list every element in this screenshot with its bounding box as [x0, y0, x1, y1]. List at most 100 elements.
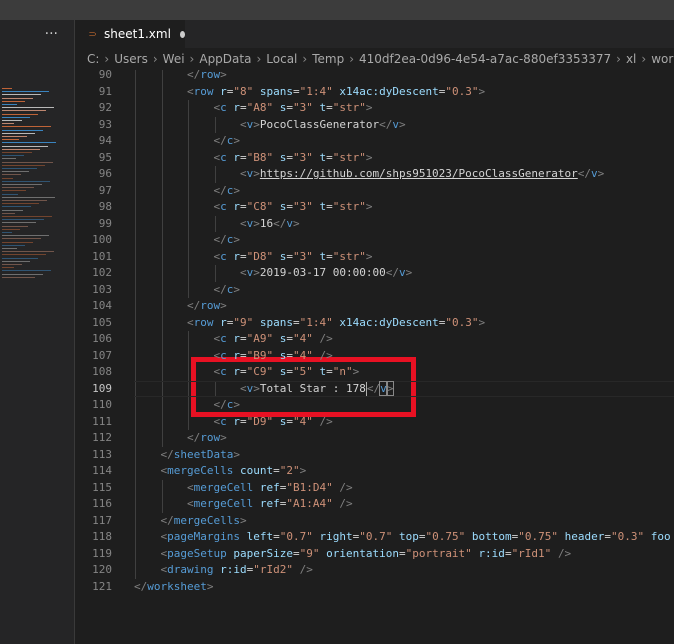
breadcrumb-segment[interactable]: worksheets: [651, 52, 674, 66]
code-line[interactable]: 110 </c>: [75, 397, 674, 414]
code-line[interactable]: 105 <row r="9" spans="1:4" x14ac:dyDescen…: [75, 315, 674, 332]
code-line[interactable]: 113 </sheetData>: [75, 447, 674, 464]
breadcrumb-segment[interactable]: Local: [266, 52, 297, 66]
minimap-line: [2, 273, 43, 275]
breadcrumb-segment[interactable]: Users: [114, 52, 148, 66]
code-line[interactable]: 118 <pageMargins left="0.7" right="0.7" t…: [75, 529, 674, 546]
code-line[interactable]: 111 <c r="D9" s="4" />: [75, 414, 674, 431]
code-line[interactable]: 116 <mergeCell ref="A1:A4" />: [75, 496, 674, 513]
breadcrumb-segment[interactable]: AppData: [199, 52, 251, 66]
chevron-right-icon: ›: [256, 52, 262, 66]
breadcrumb: C: › Users › Wei › AppData › Local › Temp › 410df2ea…: [75, 48, 674, 70]
minimap-line: [2, 190, 26, 192]
code-line[interactable]: 107 <c r="B9" s="4" />: [75, 348, 674, 365]
breadcrumb-segment[interactable]: 410df2ea-0d96-4e54-a7ac-880ef3353377: [359, 52, 611, 66]
code-text: <c r="B9" s="4" />: [213, 348, 333, 362]
code-line[interactable]: 109 <v>Total Star : 178</v>: [75, 380, 674, 397]
code-text: </row>: [187, 299, 227, 312]
code-text: <v>PocoClassGenerator</v>: [240, 117, 406, 131]
code-text: </c>: [213, 233, 241, 246]
minimap-line: [2, 225, 28, 227]
code-line[interactable]: 93 <v>PocoClassGenerator</v>: [75, 117, 674, 134]
code-text: </c>: [213, 282, 241, 296]
line-number: 110: [92, 398, 112, 411]
code-text: <c r="A8" s="3" t="str">: [213, 101, 373, 114]
tab-sheet1-xml[interactable]: ⸧ sheet1.xml: [75, 20, 185, 48]
code-text: </c>: [213, 398, 241, 411]
line-number: 100: [92, 233, 112, 246]
line-number: 121: [92, 579, 112, 593]
code-line[interactable]: 91 <row r="8" spans="1:4" x14ac:dyDescent…: [75, 84, 674, 101]
line-number: 92: [98, 101, 112, 114]
minimap-line: [2, 139, 19, 141]
code-line[interactable]: 117 </mergeCells>: [75, 513, 674, 530]
code-line[interactable]: 115 <mergeCell ref="B1:D4" />: [75, 480, 674, 497]
code-line[interactable]: 102 <v>2019-03-17 00:00:00</v>: [75, 265, 674, 282]
code-editor[interactable]: 90 </row> 91 <row r="8" spans="1:4" x14ac:d…: [75, 70, 674, 644]
chevron-right-icon: ›: [302, 52, 308, 66]
minimap-line: [2, 241, 33, 243]
minimap-line: [2, 260, 30, 262]
code-line[interactable]: 106 <c r="A9" s="4" />: [75, 331, 674, 348]
breadcrumb-segment[interactable]: xl: [626, 52, 636, 66]
chevron-right-icon: ›: [152, 52, 158, 66]
breadcrumb-segment[interactable]: Temp: [312, 52, 344, 66]
minimap-line: [2, 257, 38, 259]
minimap-line: [2, 222, 36, 224]
code-text: </c>: [213, 183, 241, 197]
minimap-line: [2, 251, 54, 253]
line-number: 109: [92, 381, 112, 395]
code-line[interactable]: 95 <c r="B8" s="3" t="str">: [75, 150, 674, 167]
line-number: 90: [98, 70, 112, 81]
line-number: 111: [92, 414, 112, 428]
code-text: </mergeCells>: [160, 513, 247, 527]
code-line[interactable]: 90 </row>: [75, 70, 674, 84]
minimap-line: [2, 248, 17, 249]
code-line[interactable]: 121 </worksheet>: [75, 579, 674, 596]
code-line[interactable]: 108 <c r="C9" s="5" t="n">: [75, 364, 674, 381]
code-line[interactable]: 97 </c>: [75, 183, 674, 200]
minimap-line: [2, 132, 35, 134]
code-line[interactable]: 101 <c r="D8" s="3" t="str">: [75, 249, 674, 266]
code-line[interactable]: 119 <pageSetup paperSize="9" orientation=…: [75, 546, 674, 563]
code-line[interactable]: 120 <drawing r:id="rId2" />: [75, 562, 674, 579]
chevron-right-icon: ›: [349, 52, 354, 66]
minimap-line: [2, 235, 49, 237]
more-actions-button[interactable]: ···: [0, 20, 74, 48]
code-line[interactable]: 99 <v>16</v>: [75, 216, 674, 233]
code-line[interactable]: 103 </c>: [75, 282, 674, 299]
code-line[interactable]: 94 </c>: [75, 133, 674, 150]
code-line[interactable]: 92 <c r="A8" s="3" t="str">: [75, 100, 674, 117]
code-text: <mergeCell ref="B1:D4" />: [187, 480, 353, 494]
line-number: 119: [92, 546, 112, 560]
line-number: 114: [92, 464, 112, 477]
minimap-line: [2, 209, 23, 211]
minimap-line: [2, 158, 16, 160]
code-text: <c r="D8" s="3" t="str">: [213, 249, 373, 263]
minimap-line: [2, 171, 29, 173]
rss-xml-icon: ⸧: [87, 27, 98, 41]
code-line[interactable]: 114 <mergeCells count="2">: [75, 463, 674, 480]
minimap-preview[interactable]: [0, 88, 60, 288]
line-number: 95: [98, 150, 112, 164]
line-number: 105: [92, 315, 112, 329]
code-line[interactable]: 112 </row>: [75, 430, 674, 447]
minimap-line: [2, 152, 32, 153]
line-number: 104: [92, 299, 112, 312]
code-line[interactable]: 100 </c>: [75, 232, 674, 249]
minimap-line: [2, 155, 24, 157]
breadcrumb-segment[interactable]: C:: [87, 52, 99, 66]
breadcrumb-segment[interactable]: Wei: [163, 52, 185, 66]
code-text: </row>: [187, 431, 227, 444]
minimap-line: [2, 88, 12, 89]
minimap-line: [2, 216, 52, 217]
code-text: </c>: [213, 134, 241, 147]
code-line[interactable]: 96 <v>https://github.com/shps951023/PocoC…: [75, 166, 674, 183]
code-text: <v>16</v>: [240, 216, 300, 230]
code-line[interactable]: 98 <c r="C8" s="3" t="str">: [75, 199, 674, 216]
line-number: 99: [98, 216, 112, 230]
unsaved-dot-icon[interactable]: [179, 30, 185, 38]
code-line[interactable]: 104 </row>: [75, 298, 674, 315]
minimap-line: [2, 91, 49, 93]
minimap-line: [2, 110, 46, 112]
